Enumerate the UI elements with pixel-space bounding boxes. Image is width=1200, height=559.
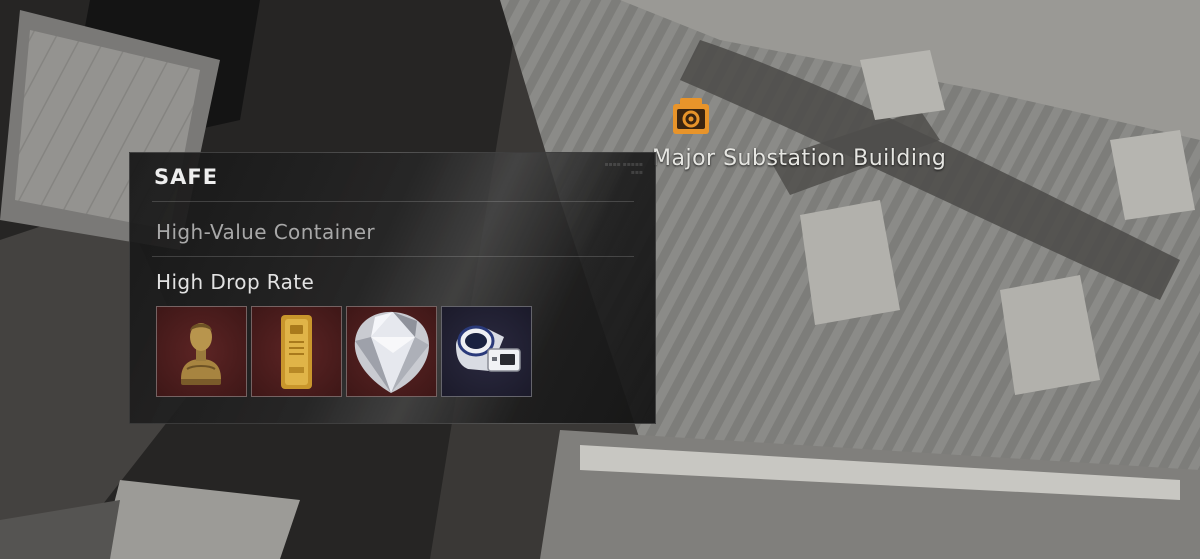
tooltip-title: SAFE bbox=[154, 165, 219, 189]
loot-item-diamond[interactable] bbox=[346, 306, 437, 397]
location-label: Major Substation Building bbox=[652, 146, 947, 171]
diamond-icon bbox=[354, 311, 429, 393]
drop-rate-heading: High Drop Rate bbox=[156, 270, 315, 294]
container-category: High-Value Container bbox=[156, 220, 376, 244]
camera-icon[interactable] bbox=[670, 96, 712, 138]
category-divider bbox=[152, 256, 634, 257]
loot-item-list bbox=[156, 306, 536, 398]
gold-bar-icon bbox=[281, 315, 312, 389]
loot-item-medical-device[interactable] bbox=[441, 306, 532, 397]
loot-item-gold-bar[interactable] bbox=[251, 306, 342, 397]
tooltip-watermark: ▪▪▪▪ ▪▪▪▪▪ ▪▪▪ bbox=[604, 161, 643, 176]
map-view[interactable]: Major Substation Building ▪▪▪▪ ▪▪▪▪▪ ▪▪▪ … bbox=[0, 0, 1200, 559]
title-divider bbox=[152, 201, 634, 202]
container-tooltip: ▪▪▪▪ ▪▪▪▪▪ ▪▪▪ SAFE High-Value Container … bbox=[129, 152, 656, 424]
medical-device-icon bbox=[456, 325, 521, 372]
bronze-bust-icon bbox=[181, 323, 221, 385]
loot-item-bust[interactable] bbox=[156, 306, 247, 397]
